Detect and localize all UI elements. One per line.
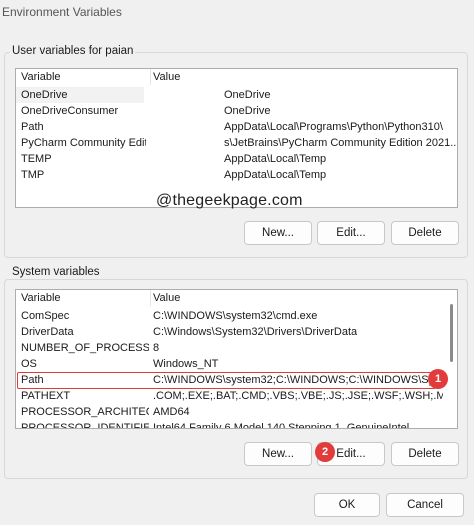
ok-button[interactable]: OK (314, 493, 380, 517)
variable-value: C:\Windows\System32\Drivers\DriverData (153, 326, 358, 338)
user-variables-list[interactable]: Variable Value OneDrive OneDrive OneDriv… (15, 68, 458, 208)
list-item[interactable]: DriverData C:\Windows\System32\Drivers\D… (16, 324, 457, 340)
variable-value: C:\WINDOWS\system32\cmd.exe (153, 310, 318, 322)
column-header-variable[interactable]: Variable (21, 290, 146, 306)
list-item[interactable]: TMP AppData\Local\Temp (16, 167, 457, 183)
user-variables-label: User variables for paian (10, 45, 136, 57)
variable-value: AppData\Local\Temp (224, 169, 327, 181)
list-item[interactable]: PROCESSOR_ARCHITECTU... AMD64 (16, 404, 457, 420)
variable-value: OneDrive (224, 89, 271, 101)
list-item[interactable]: NUMBER_OF_PROCESSORS 8 (16, 340, 457, 356)
step-badge-2: 2 (315, 442, 335, 462)
list-item[interactable]: Path AppData\Local\Programs\Python\Pytho… (16, 119, 457, 135)
list-item[interactable]: OneDriveConsumer OneDrive (16, 103, 457, 119)
list-item[interactable]: PROCESSOR_IDENTIFIER Intel64 Family 6 Mo… (16, 420, 457, 429)
variable-name: OneDriveConsumer (21, 105, 119, 117)
variable-name: PyCharm Community Editi... (21, 137, 146, 149)
cancel-button[interactable]: Cancel (386, 493, 464, 517)
variable-value: .COM;.EXE;.BAT;.CMD;.VBS;.VBE;.JS;.JSE;.… (153, 390, 443, 402)
step-badge-1: 1 (428, 369, 448, 389)
list-item[interactable]: PyCharm Community Editi... s\JetBrains\P… (16, 135, 457, 151)
system-new-button[interactable]: New... (244, 442, 312, 466)
column-header-value[interactable]: Value (153, 290, 453, 306)
variable-name: DriverData (21, 326, 74, 338)
variable-name: PATHEXT (21, 390, 71, 402)
variable-value: AppData\Local\Temp (224, 153, 327, 165)
variable-name: TMP (21, 169, 45, 181)
user-new-button[interactable]: New... (244, 221, 312, 245)
user-edit-button[interactable]: Edit... (317, 221, 385, 245)
variable-value: Intel64 Family 6 Model 140 Stepping 1, G… (153, 422, 410, 429)
variable-value: 8 (153, 342, 160, 354)
watermark: @thegeekpage.com (156, 192, 303, 209)
variable-name: OneDrive (16, 87, 144, 103)
variable-value: OneDrive (224, 105, 271, 117)
variable-name: NUMBER_OF_PROCESSORS (21, 342, 149, 354)
system-variables-list[interactable]: Variable Value ComSpec C:\WINDOWS\system… (15, 289, 458, 429)
column-header-value[interactable]: Value (153, 69, 453, 85)
variable-name: OS (21, 358, 37, 370)
variable-name: PROCESSOR_ARCHITECTU... (21, 406, 149, 418)
variable-name: Path (21, 121, 44, 133)
list-item[interactable]: PATHEXT .COM;.EXE;.BAT;.CMD;.VBS;.VBE;.J… (16, 388, 457, 404)
variable-value: s\JetBrains\PyCharm Community Edition 20… (224, 137, 456, 149)
variable-value: AppData\Local\Programs\Python\Python310\ (224, 121, 443, 133)
vertical-scrollbar[interactable] (450, 304, 453, 362)
column-header-variable[interactable]: Variable (21, 69, 146, 85)
list-item[interactable]: OneDrive OneDrive (16, 87, 457, 103)
system-delete-button[interactable]: Delete (391, 442, 459, 466)
window-title: Environment Variables (0, 0, 474, 24)
column-divider[interactable] (150, 69, 151, 85)
variable-value: Windows_NT (153, 358, 219, 370)
variable-name: ComSpec (21, 310, 70, 322)
list-header: Variable Value (16, 69, 457, 85)
list-item[interactable]: TEMP AppData\Local\Temp (16, 151, 457, 167)
variable-value: AMD64 (153, 406, 190, 418)
variable-name: PROCESSOR_IDENTIFIER (21, 422, 149, 429)
list-item[interactable]: OS Windows_NT (16, 356, 457, 372)
path-row-highlight (17, 372, 436, 389)
system-variables-label: System variables (10, 266, 102, 278)
list-item[interactable]: ComSpec C:\WINDOWS\system32\cmd.exe (16, 308, 457, 324)
user-delete-button[interactable]: Delete (391, 221, 459, 245)
column-divider[interactable] (150, 290, 151, 306)
list-header: Variable Value (16, 290, 457, 306)
variable-name: TEMP (21, 153, 52, 165)
